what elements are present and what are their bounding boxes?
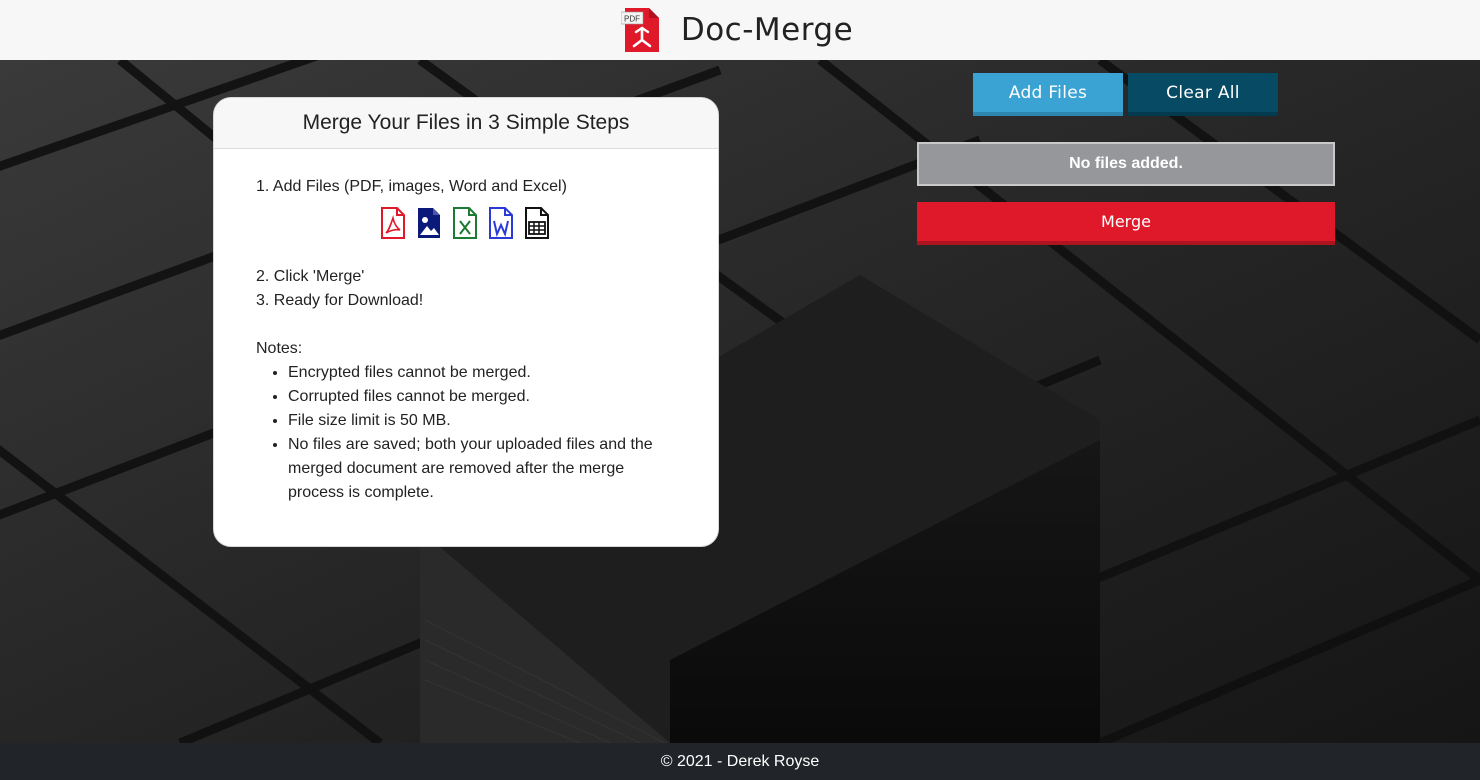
app-title: Doc-Merge [680,12,854,48]
notes-list: Encrypted files cannot be merged. Corrup… [256,361,676,505]
note-item: Corrupted files cannot be merged. [288,385,676,409]
excel-file-icon [453,207,477,239]
note-item: No files are saved; both your uploaded f… [288,433,676,505]
image-file-icon [418,208,440,238]
copyright-text: © 2021 - Derek Royse [660,752,820,770]
spreadsheet-file-icon [525,207,549,239]
pdf-file-icon [381,207,405,239]
add-files-button[interactable]: Add Files [973,73,1123,116]
file-list-status: No files added. [917,142,1335,186]
step-3: 3. Ready for Download! [256,292,424,309]
notes-title: Notes: [256,340,303,357]
step-2: 2. Click 'Merge' [256,268,365,285]
note-item: Encrypted files cannot be merged. [288,361,676,385]
steps-list: 2. Click 'Merge' 3. Ready for Download! [256,265,718,313]
logo-badge-text: PDF [624,15,640,24]
brand[interactable]: PDF Doc-Merge [620,6,854,54]
merge-button[interactable]: Merge [917,202,1335,245]
clear-all-button[interactable]: Clear All [1128,73,1278,116]
footer: © 2021 - Derek Royse [0,743,1480,780]
card-body: 1. Add Files (PDF, images, Word and Exce… [214,149,718,505]
instructions-card: Merge Your Files in 3 Simple Steps 1. Ad… [213,97,719,547]
file-type-icons [379,205,718,241]
file-actions: Add Files Clear All [973,73,1278,116]
pdf-logo-icon: PDF [620,8,659,52]
note-item: File size limit is 50 MB. [288,409,676,433]
top-header: PDF Doc-Merge [0,0,1480,60]
step-1: 1. Add Files (PDF, images, Word and Exce… [256,178,567,195]
card-title: Merge Your Files in 3 Simple Steps [214,98,718,149]
word-file-icon [489,207,513,239]
